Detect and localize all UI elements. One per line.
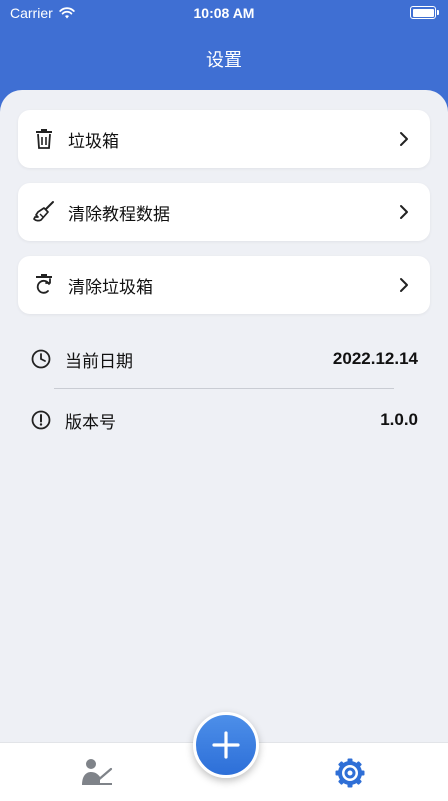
chevron-right-icon	[400, 278, 408, 292]
clock-icon	[30, 348, 52, 370]
battery-icon	[410, 6, 439, 19]
refresh-trash-icon	[32, 273, 56, 297]
current-date-row: 当前日期 2022.12.14	[30, 346, 418, 372]
chevron-right-icon	[400, 205, 408, 219]
info-alert-icon	[30, 409, 52, 431]
version-row: 版本号 1.0.0	[30, 407, 418, 433]
page-title: 设置	[206, 50, 242, 71]
clear-tutorial-card[interactable]: 清除教程数据	[18, 183, 430, 241]
broom-icon	[32, 200, 56, 224]
trash-icon	[32, 127, 56, 151]
chevron-right-icon	[400, 132, 408, 146]
status-bar: Carrier 10:08 AM	[0, 0, 448, 28]
trash-card[interactable]: 垃圾箱	[18, 110, 430, 168]
clear-trash-card[interactable]: 清除垃圾箱	[18, 256, 430, 314]
trash-label: 垃圾箱	[68, 131, 119, 152]
clear-trash-label: 清除垃圾箱	[68, 277, 153, 298]
current-date-value: 2022.12.14	[332, 349, 418, 368]
current-date-label: 当前日期	[65, 351, 133, 372]
tab-teacher[interactable]	[80, 757, 114, 787]
clear-tutorial-label: 清除教程数据	[68, 204, 170, 225]
tab-settings[interactable]	[334, 757, 366, 789]
version-value: 1.0.0	[380, 410, 418, 429]
add-button[interactable]	[193, 712, 259, 778]
gear-icon	[335, 758, 365, 788]
version-label: 版本号	[65, 412, 116, 433]
plus-icon	[212, 731, 240, 759]
teacher-icon	[82, 759, 113, 785]
divider	[54, 388, 394, 389]
status-time: 10:08 AM	[193, 5, 255, 21]
